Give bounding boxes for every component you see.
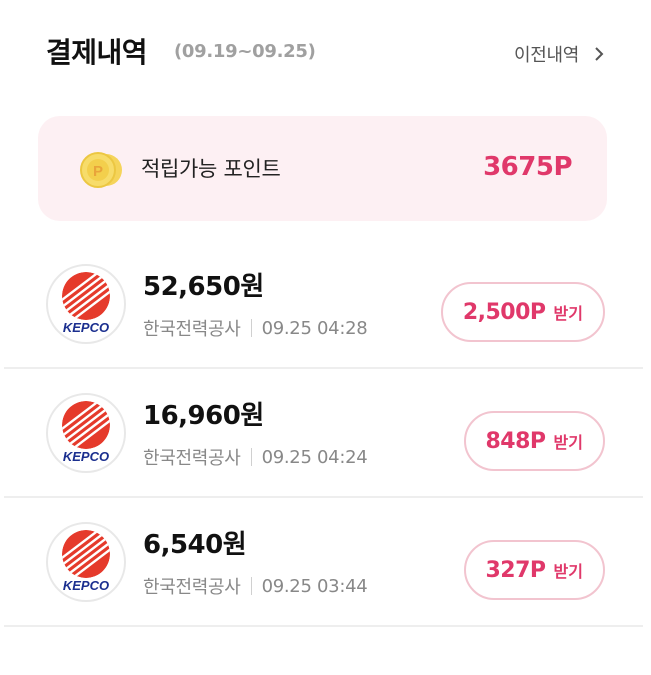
receive-label: 받기	[553, 304, 583, 323]
page-title: 결제내역	[46, 36, 148, 69]
coin-icon: P	[78, 150, 126, 190]
svg-text:KEPCO: KEPCO	[63, 578, 109, 593]
transaction-meta: 한국전력공사 09.25 04:24	[143, 444, 368, 470]
amount: 16,960원	[143, 401, 264, 431]
kepco-logo: KEPCO	[46, 522, 126, 602]
kepco-logo: KEPCO	[46, 264, 126, 344]
transaction-meta: 한국전력공사 09.25 04:28	[143, 315, 368, 341]
merchant-name: 한국전력공사	[143, 448, 241, 469]
transaction-meta: 한국전력공사 09.25 03:44	[143, 573, 368, 599]
header: 결제내역 (09.19~09.25) 이전내역	[0, 0, 651, 100]
amount: 6,540원	[143, 530, 247, 560]
receive-label: 받기	[553, 433, 583, 452]
receive-points-button[interactable]: 2,500P 받기	[440, 282, 605, 342]
kepco-logo: KEPCO	[46, 393, 126, 473]
transaction-row: KEPCO 16,960원 한국전력공사 09.25 04:24 848P 받기	[4, 369, 643, 498]
amount: 52,650원	[143, 272, 264, 302]
transaction-datetime: 09.25 04:28	[261, 317, 368, 339]
transaction-datetime: 09.25 03:44	[261, 575, 368, 597]
previous-history-label: 이전내역	[513, 45, 579, 66]
transaction-datetime: 09.25 04:24	[261, 446, 368, 468]
previous-history-link[interactable]: 이전내역	[514, 41, 607, 67]
divider	[250, 448, 252, 466]
points-summary-card: P 적립가능 포인트 3675P	[38, 116, 607, 221]
transaction-row: KEPCO 6,540원 한국전력공사 09.25 03:44 327P 받기	[4, 498, 643, 627]
transaction-list: KEPCO 52,650원 한국전력공사 09.25 04:28 2,500P …	[0, 240, 651, 627]
divider	[250, 577, 252, 595]
chevron-right-icon	[591, 45, 607, 63]
svg-text:KEPCO: KEPCO	[63, 320, 109, 335]
receive-points-button[interactable]: 848P 받기	[463, 411, 605, 471]
receive-points-button[interactable]: 327P 받기	[463, 540, 605, 600]
reward-points: 327P	[485, 557, 547, 583]
divider	[250, 319, 252, 337]
reward-points: 2,500P	[462, 299, 546, 325]
svg-text:P: P	[93, 163, 103, 180]
receive-label: 받기	[553, 562, 583, 581]
reward-points: 848P	[485, 428, 547, 454]
svg-text:KEPCO: KEPCO	[63, 449, 109, 464]
points-value: 3675P	[483, 152, 572, 182]
points-label: 적립가능 포인트	[141, 157, 281, 181]
merchant-name: 한국전력공사	[143, 319, 241, 340]
date-range: (09.19~09.25)	[174, 41, 316, 62]
merchant-name: 한국전력공사	[143, 577, 241, 598]
transaction-row: KEPCO 52,650원 한국전력공사 09.25 04:28 2,500P …	[4, 240, 643, 369]
